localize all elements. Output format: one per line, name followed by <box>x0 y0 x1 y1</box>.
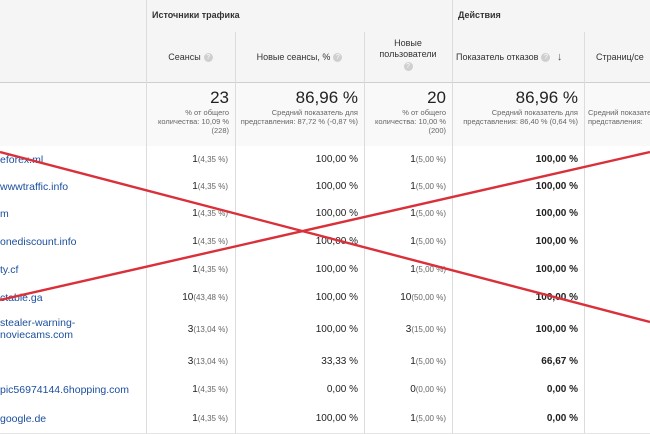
red-cross-overlay <box>0 150 650 324</box>
analytics-table: ? Источники трафика Действия Сеансы? Нов… <box>0 0 650 434</box>
cross-line-up <box>0 150 650 302</box>
cross-line-down <box>0 150 650 324</box>
